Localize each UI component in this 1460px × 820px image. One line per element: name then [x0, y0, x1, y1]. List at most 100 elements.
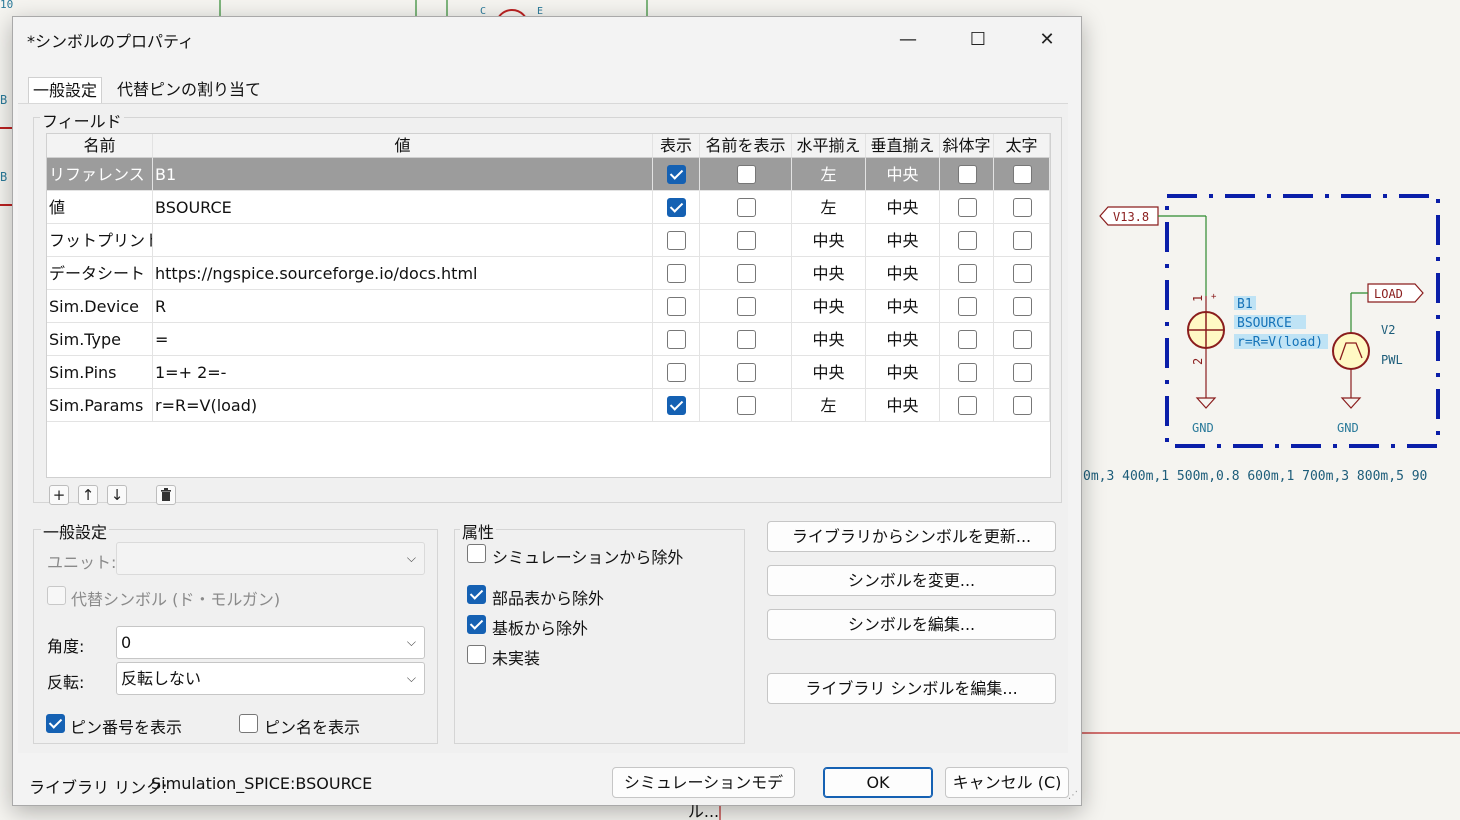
show-cell[interactable]	[653, 191, 700, 224]
field-name-cell[interactable]: リファレンス	[47, 158, 153, 191]
bold-cell[interactable]	[994, 191, 1050, 224]
close-button[interactable]: ✕	[1012, 17, 1082, 61]
show-cell[interactable]	[653, 224, 700, 257]
v-align-cell[interactable]: 中央	[866, 158, 940, 191]
field-row[interactable]: Sim.Params r=R=V(load) 左中央	[47, 389, 1050, 422]
field-value-cell[interactable]: 1=+ 2=-	[153, 356, 653, 389]
show-name-cell[interactable]	[700, 158, 792, 191]
demorgan-checkbox[interactable]	[47, 586, 66, 605]
italic-checkbox[interactable]	[958, 396, 977, 415]
tab-alternate-pins[interactable]: 代替ピンの割り当て	[113, 77, 265, 103]
field-row[interactable]: リファレンス B1 左中央	[47, 158, 1050, 191]
bold-cell[interactable]	[994, 290, 1050, 323]
show-name-checkbox[interactable]	[737, 297, 756, 316]
italic-checkbox[interactable]	[958, 363, 977, 382]
resize-grip-icon[interactable]: ⋰	[1068, 790, 1078, 801]
field-name-cell[interactable]: データシート	[47, 257, 153, 290]
show-cell[interactable]	[653, 389, 700, 422]
field-name-cell[interactable]: フットプリント	[47, 224, 153, 257]
bold-cell[interactable]	[994, 323, 1050, 356]
field-name-cell[interactable]: Sim.Params	[47, 389, 153, 422]
italic-checkbox[interactable]	[958, 330, 977, 349]
show-checkbox[interactable]	[667, 231, 686, 250]
h-align-cell[interactable]: 左	[792, 158, 866, 191]
edit-symbol-button[interactable]: シンボルを編集...	[767, 609, 1056, 640]
field-name-cell[interactable]: Sim.Pins	[47, 356, 153, 389]
v-align-cell[interactable]: 中央	[866, 224, 940, 257]
italic-checkbox[interactable]	[958, 165, 977, 184]
column-header[interactable]: 値	[153, 134, 653, 158]
show-name-checkbox[interactable]	[737, 396, 756, 415]
field-row[interactable]: Sim.Pins 1=+ 2=- 中央 中央	[47, 356, 1050, 389]
h-align-cell[interactable]: 左	[792, 191, 866, 224]
bold-cell[interactable]	[994, 257, 1050, 290]
v-align-cell[interactable]: 中央	[866, 257, 940, 290]
field-value-cell[interactable]: B1	[153, 158, 653, 191]
attribute-checkbox[interactable]	[467, 544, 486, 563]
bold-cell[interactable]	[994, 224, 1050, 257]
show-name-checkbox[interactable]	[737, 363, 756, 382]
show-checkbox[interactable]	[667, 297, 686, 316]
unit-select[interactable]: ⌵	[116, 542, 425, 575]
bold-checkbox[interactable]	[1013, 165, 1032, 184]
italic-cell[interactable]	[940, 290, 994, 323]
tab-general[interactable]: 一般設定	[28, 77, 103, 103]
h-align-cell[interactable]: 中央	[792, 257, 866, 290]
field-name-cell[interactable]: 値	[47, 191, 153, 224]
maximize-button[interactable]: ☐	[943, 17, 1013, 61]
show-cell[interactable]	[653, 323, 700, 356]
fields-grid[interactable]: 名前値表示 名前を表示 水平揃え 垂直揃え 斜体字 太字 リファレンス B1 左中央値 BSOU…	[46, 133, 1051, 478]
show-pin-numbers-checkbox[interactable]	[46, 714, 65, 733]
show-name-cell[interactable]	[700, 356, 792, 389]
show-name-cell[interactable]	[700, 191, 792, 224]
italic-cell[interactable]	[940, 191, 994, 224]
field-value-cell[interactable]: https://ngspice.sourceforge.io/docs.html	[153, 257, 653, 290]
v-align-cell[interactable]: 中央	[866, 323, 940, 356]
show-checkbox[interactable]	[667, 165, 686, 184]
field-row[interactable]: データシート https://ngspice.sourceforge.io/doc…	[47, 257, 1050, 290]
pwl-source-symbol[interactable]	[1332, 332, 1370, 370]
gnd-symbol-1[interactable]	[1195, 397, 1217, 409]
title-bar[interactable]: *シンボルのプロパティ — ☐ ✕	[13, 17, 1081, 61]
h-align-cell[interactable]: 中央	[792, 290, 866, 323]
ref-field[interactable]: B1	[1237, 297, 1253, 312]
v-align-cell[interactable]: 中央	[866, 389, 940, 422]
h-align-cell[interactable]: 左	[792, 389, 866, 422]
show-name-checkbox[interactable]	[737, 165, 756, 184]
column-header[interactable]: 名前を表示	[700, 134, 792, 158]
arrow-down-icon[interactable]: ↓	[107, 485, 127, 505]
show-name-cell[interactable]	[700, 323, 792, 356]
change-symbol-button[interactable]: シンボルを変更...	[767, 565, 1056, 596]
ok-button[interactable]: OK	[823, 767, 933, 798]
italic-cell[interactable]	[940, 389, 994, 422]
column-header[interactable]: 表示	[653, 134, 700, 158]
field-name-cell[interactable]: Sim.Device	[47, 290, 153, 323]
italic-checkbox[interactable]	[958, 297, 977, 316]
show-name-checkbox[interactable]	[737, 264, 756, 283]
simulation-model-button[interactable]: シミュレーションモデル...	[612, 767, 795, 820]
bold-checkbox[interactable]	[1013, 330, 1032, 349]
show-checkbox[interactable]	[667, 330, 686, 349]
show-name-cell[interactable]	[700, 290, 792, 323]
italic-cell[interactable]	[940, 323, 994, 356]
show-checkbox[interactable]	[667, 198, 686, 217]
v-align-cell[interactable]: 中央	[866, 191, 940, 224]
italic-cell[interactable]	[940, 158, 994, 191]
field-row[interactable]: フットプリント 中央 中央	[47, 224, 1050, 257]
field-value-cell[interactable]: =	[153, 323, 653, 356]
arrow-up-icon[interactable]: ↑	[78, 485, 98, 505]
show-pin-names-checkbox[interactable]	[239, 714, 258, 733]
cancel-button[interactable]: キャンセル (C)	[945, 767, 1069, 798]
column-header[interactable]: 斜体字	[940, 134, 994, 158]
show-cell[interactable]	[653, 356, 700, 389]
bold-cell[interactable]	[994, 389, 1050, 422]
attribute-checkbox[interactable]	[467, 615, 486, 634]
show-checkbox[interactable]	[667, 396, 686, 415]
column-header[interactable]: 垂直揃え	[866, 134, 940, 158]
v-align-cell[interactable]: 中央	[866, 356, 940, 389]
show-cell[interactable]	[653, 158, 700, 191]
column-header[interactable]: 名前	[47, 134, 153, 158]
bold-checkbox[interactable]	[1013, 396, 1032, 415]
field-row[interactable]: 値 BSOURCE 左中央	[47, 191, 1050, 224]
update-from-library-button[interactable]: ライブラリからシンボルを更新...	[767, 521, 1056, 552]
